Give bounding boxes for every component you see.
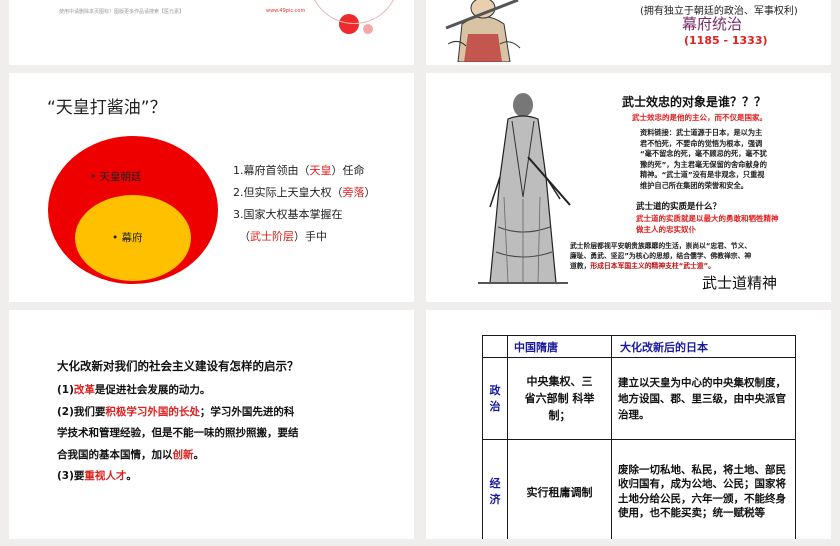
essence-question: 武士道的实质是什么？ bbox=[636, 202, 722, 212]
answer-2: (2)我们要积极学习外国的长处；学习外国先进的科 bbox=[57, 405, 295, 418]
years: (1185 - 1333) bbox=[684, 34, 768, 47]
slide-2[interactable]: (拥有独立于朝廷的政治、军事权利) 幕府统治 (1185 - 1333) bbox=[426, 0, 831, 65]
japan-politics: 建立以天皇为中心的中央集权制度，地方设国、郡、里三级，由中央派官治理。 bbox=[611, 357, 796, 440]
comparison-table: 中国隋唐 大化改新后的日本 政治 中央集权、三省六部制 科举制； 建立以天皇为中… bbox=[482, 335, 796, 539]
corner-cell bbox=[482, 335, 508, 358]
japan-economy: 废除一切私地、私民，将土地、部民收归国有，成为公地、公民；国家将土地分给公民，六… bbox=[611, 439, 796, 539]
power-diagram bbox=[48, 136, 218, 284]
bottom-line-3-normal: 道教， bbox=[570, 262, 591, 270]
row-label-politics: 政治 bbox=[482, 357, 508, 440]
shogunate-label: • 幕府 bbox=[112, 232, 143, 244]
slide-6[interactable]: 中国隋唐 大化改新后的日本 政治 中央集权、三省六部制 科举制； 建立以天皇为中… bbox=[426, 310, 831, 539]
point-1: 1.幕府首领由（天皇）任命 bbox=[233, 164, 365, 177]
footer-note: 使用中请删除本页图标！图版更多作品请搜索【医元素】 bbox=[59, 9, 185, 15]
table-row: 政治 中央集权、三省六部制 科举制； 建立以天皇为中心的中央集权制度，地方设国、… bbox=[482, 357, 796, 440]
slide-3[interactable]: “天皇打酱油”？ • 天皇朝廷 • 幕府 1.幕府首领由（天皇）任命 2.但实际… bbox=[9, 73, 414, 302]
slide-title: “天皇打酱油”？ bbox=[47, 98, 167, 118]
caption: 武士道精神 bbox=[702, 274, 778, 292]
samurai-illustration bbox=[445, 0, 521, 62]
point-4: （武士阶层）手中 bbox=[239, 230, 327, 243]
bottom-line-3-red: 形成日本军国主义的精神支柱“武士道”。 bbox=[590, 262, 715, 270]
answer-list: (1)改革是促进社会发展的动力。 (2)我们要积极学习外国的长处；学习外国先进的… bbox=[57, 380, 299, 488]
slide-1[interactable]: 使用中请删除本页图标！图版更多作品请搜索【医元素】 www.49pic.com bbox=[9, 0, 414, 65]
slide-5[interactable]: 大化改新对我们的社会主义建设有怎样的启示？ (1)改革是促进社会发展的动力。 (… bbox=[9, 310, 414, 539]
court-label: • 天皇朝廷 bbox=[90, 171, 142, 183]
china-economy: 实行租庸调制 bbox=[507, 439, 612, 539]
answer-2-end: 合我国的基本国情，加以创新。 bbox=[57, 448, 204, 461]
decorative-arc bbox=[309, 0, 399, 24]
point-2: 2.但实际上天皇大权（旁落） bbox=[233, 186, 376, 199]
samurai-engraving bbox=[478, 93, 571, 284]
header-japan: 大化改新后的日本 bbox=[611, 335, 796, 358]
question: 武士效忠的对象是谁？？？ bbox=[622, 95, 767, 109]
china-politics: 中央集权、三省六部制 科举制； bbox=[507, 357, 612, 440]
answer-3: (3)要重视人才。 bbox=[57, 470, 137, 482]
essence-answer: 武士道的实质就是以最大的勇敢和牺牲精神 做主人的忠实奴仆 bbox=[636, 214, 779, 234]
site-url: www.49pic.com bbox=[266, 8, 306, 14]
slide-4[interactable]: 武士效忠的对象是谁？？？ 武士效忠的是他的主公，而不仅是国家。 资料链接：武士道… bbox=[426, 73, 831, 302]
point-3: 3.国家大权基本掌握在 bbox=[233, 208, 343, 221]
question: 大化改新对我们的社会主义建设有怎样的启示？ bbox=[57, 359, 299, 373]
answer-2-cont: 学技术和管理经验，但是不能一味的照抄照搬，要结 bbox=[57, 427, 299, 439]
link-material: 资料链接：武士道源于日本，是以为主 君不怕死，不要命的觉悟为根本，强调 “毫不留… bbox=[640, 128, 767, 190]
table-row: 经济 实行租庸调制 废除一切私地、私民，将土地、部民收归国有，成为公地、公民；国… bbox=[482, 439, 796, 539]
header-china: 中国隋唐 bbox=[507, 335, 612, 358]
decorative-circle-small bbox=[363, 24, 373, 34]
bottom-paragraph: 武士阶层都视平安朝贵族靡靡的生活，崇尚以“忠君、节义、 廉耻、勇武、坚忍”为核心… bbox=[570, 242, 752, 270]
title: 幕府统治 bbox=[682, 15, 743, 33]
answer-1: (1)改革是促进社会发展的动力。 bbox=[57, 384, 211, 396]
answer: 武士效忠的是他的主公，而不仅是国家。 bbox=[632, 113, 767, 122]
row-label-economy: 经济 bbox=[482, 439, 508, 539]
